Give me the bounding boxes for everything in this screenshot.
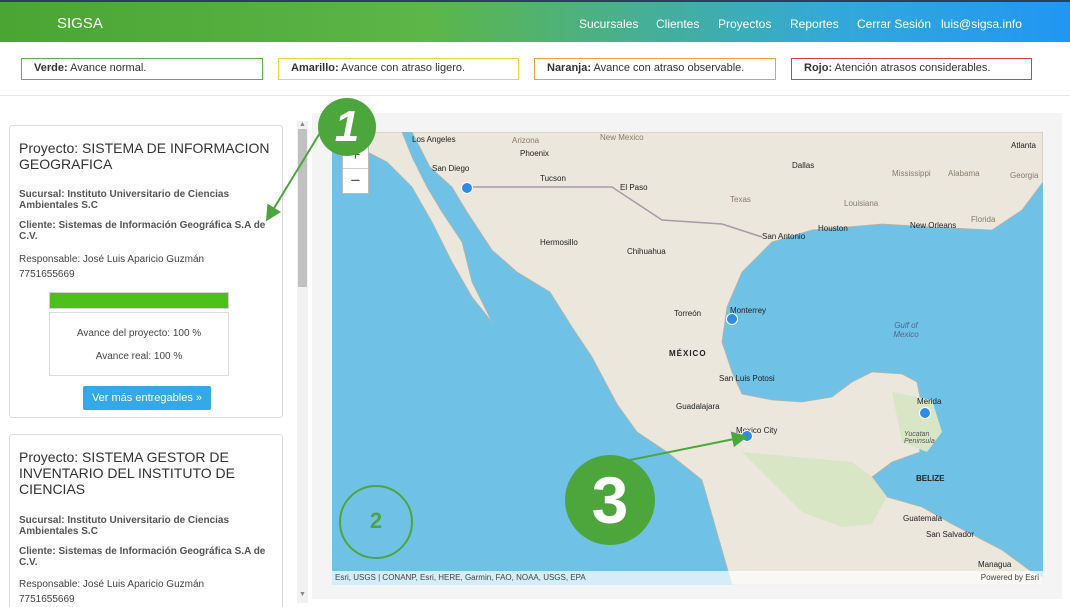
avance-real: Avance real: 100 % xyxy=(95,351,183,362)
brand-logo[interactable]: SIGSA xyxy=(57,15,103,32)
project-list: Proyecto: SISTEMA DE INFORMACION GEOGRAF… xyxy=(0,118,310,607)
avance-proyecto: Avance del proyecto: 100 % xyxy=(76,328,202,339)
sidebar-scrollbar[interactable]: ▲ ▼ xyxy=(297,121,308,603)
scroll-up-icon[interactable]: ▲ xyxy=(297,121,308,128)
project-title: Proyecto: SISTEMA GESTOR DE INVENTARIO D… xyxy=(19,449,235,497)
progress-summary: Avance del proyecto: 100 % Avance real: … xyxy=(49,312,229,376)
map-marker[interactable] xyxy=(726,313,738,325)
map-marker[interactable] xyxy=(461,182,473,194)
nav-cerrar-sesion[interactable]: Cerrar Sesión xyxy=(857,17,931,31)
map-marker[interactable] xyxy=(741,430,753,442)
ver-mas-entregables-button[interactable]: Ver más entregables » xyxy=(83,386,211,410)
powered-by[interactable]: Powered by Esri xyxy=(981,571,1039,585)
project-responsable: Responsable: José Luis Aparicio Guzmán xyxy=(19,579,205,590)
project-cliente: Cliente: Sistemas de Información Geográf… xyxy=(19,220,266,242)
nav-reportes[interactable]: Reportes xyxy=(790,17,839,31)
legend-amarillo: Amarillo: Avance con atraso ligero. xyxy=(278,58,519,80)
nav-user-email[interactable]: luis@sigsa.info xyxy=(941,17,1022,31)
legend-rojo: Rojo: Atención atrasos considerables. xyxy=(791,58,1032,80)
scroll-down-icon[interactable]: ▼ xyxy=(297,591,308,598)
progress-bar xyxy=(49,292,229,309)
project-phone: 7751655669 xyxy=(19,269,75,280)
project-phone: 7751655669 xyxy=(19,594,75,605)
zoom-out-button[interactable]: − xyxy=(343,168,368,194)
map-attribution: Esri, USGS | CONANP, Esri, HERE, Garmin,… xyxy=(332,571,1043,585)
nav-proyectos[interactable]: Proyectos xyxy=(718,17,771,31)
nav-clientes[interactable]: Clientes xyxy=(656,17,699,31)
legend-verde: Verde: Avance normal. xyxy=(21,58,263,80)
divider xyxy=(0,95,1070,96)
map-marker[interactable] xyxy=(919,407,931,419)
progress-bar-fill xyxy=(50,293,228,308)
legend-naranja: Naranja: Avance con atraso observable. xyxy=(534,58,776,80)
project-responsable: Responsable: José Luis Aparicio Guzmán xyxy=(19,254,205,265)
project-cliente: Cliente: Sistemas de Información Geográf… xyxy=(19,546,266,568)
project-sucursal: Sucursal: Instituto Universitario de Cie… xyxy=(19,189,230,211)
callout-1: 1 xyxy=(318,98,376,156)
nav-sucursales[interactable]: Sucursales xyxy=(579,17,638,31)
project-title: Proyecto: SISTEMA DE INFORMACION GEOGRAF… xyxy=(19,140,270,172)
project-card: Proyecto: SISTEMA GESTOR DE INVENTARIO D… xyxy=(9,434,283,607)
callout-2: 2 xyxy=(369,508,383,533)
project-card: Proyecto: SISTEMA DE INFORMACION GEOGRAF… xyxy=(9,125,283,418)
map-view[interactable]: Los Angeles Arizona New Mexico Phoenix S… xyxy=(332,132,1043,585)
top-navbar: SIGSA Sucursales Clientes Proyectos Repo… xyxy=(0,0,1070,42)
scrollbar-thumb[interactable] xyxy=(298,129,307,287)
callout-3: 3 xyxy=(565,455,655,545)
attribution-text: Esri, USGS | CONANP, Esri, HERE, Garmin,… xyxy=(335,573,586,582)
project-sucursal: Sucursal: Instituto Universitario de Cie… xyxy=(19,515,230,537)
